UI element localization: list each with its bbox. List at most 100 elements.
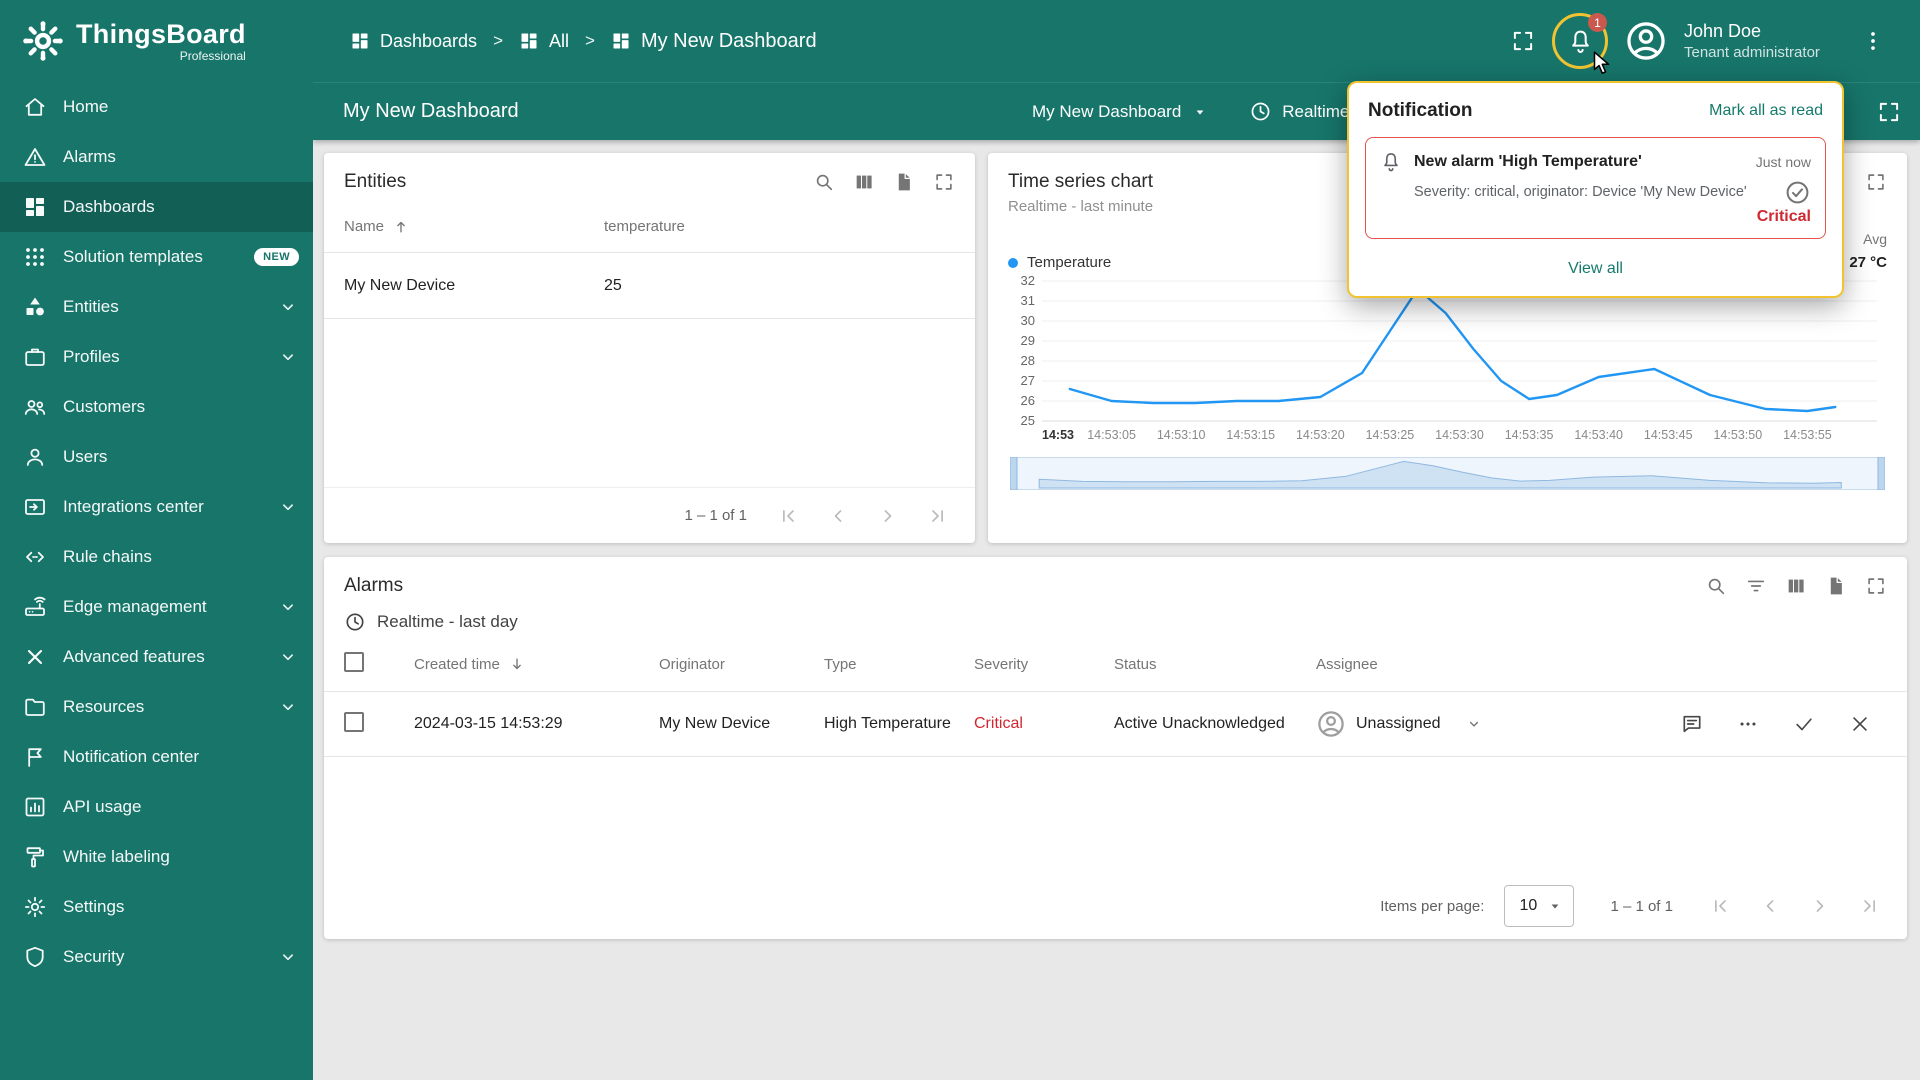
- table-row[interactable]: 2024-03-15 14:53:29 My New Device High T…: [324, 691, 1907, 757]
- dashboard-state-select[interactable]: My New Dashboard: [1032, 102, 1209, 122]
- alarm-status: Active Unacknowledged: [1114, 715, 1285, 732]
- dashboards-icon: [23, 195, 47, 219]
- notification-item[interactable]: New alarm 'High Temperature' Just now Se…: [1365, 137, 1826, 239]
- columns-icon[interactable]: [1785, 575, 1807, 597]
- chart-preview-scrollbar[interactable]: [1010, 457, 1885, 490]
- sidebar-item-settings[interactable]: Settings: [0, 882, 313, 932]
- column-header-temperature[interactable]: temperature: [604, 218, 955, 235]
- fullscreen-icon[interactable]: [1865, 171, 1887, 193]
- alarm-more-actions-icon[interactable]: [1737, 713, 1759, 735]
- sidebar-item-label: Edge management: [63, 597, 207, 616]
- alarms-widget: Alarms Realtime - last day Created time …: [324, 557, 1907, 939]
- sidebar-item-users[interactable]: Users: [0, 432, 313, 482]
- bell-icon: [1380, 151, 1402, 173]
- search-icon[interactable]: [1705, 575, 1727, 597]
- avatar-icon[interactable]: [1624, 19, 1668, 63]
- row-checkbox[interactable]: [344, 711, 364, 732]
- entities-icon: [23, 295, 47, 319]
- sidebar-menu: Home Alarms Dashboards Solution templates NE…: [0, 82, 313, 982]
- chevron-down-icon: [1191, 103, 1209, 121]
- popup-title: Notification: [1368, 100, 1473, 121]
- sidebar-item-profiles[interactable]: Profiles: [0, 332, 313, 382]
- search-icon[interactable]: [813, 171, 835, 193]
- alarm-comment-icon[interactable]: [1681, 713, 1703, 735]
- alarm-clear-icon[interactable]: [1849, 713, 1871, 735]
- sidebar-item-label: Rule chains: [63, 547, 152, 566]
- column-header-status[interactable]: Status: [1114, 656, 1316, 673]
- sidebar-item-advanced-features[interactable]: Advanced features: [0, 632, 313, 682]
- sidebar-item-notification-center[interactable]: Notification center: [0, 732, 313, 782]
- fullscreen-icon[interactable]: [1865, 575, 1887, 597]
- sidebar-item-dashboards[interactable]: Dashboards: [0, 182, 313, 232]
- next-page-icon[interactable]: [1809, 895, 1831, 917]
- clock-icon: [1249, 100, 1272, 123]
- sidebar-item-integrations-center[interactable]: Integrations center: [0, 482, 313, 532]
- sidebar-item-security[interactable]: Security: [0, 932, 313, 982]
- export-icon[interactable]: [893, 171, 915, 193]
- dashboard-fullscreen-icon[interactable]: [1876, 99, 1902, 125]
- sidebar-item-entities[interactable]: Entities: [0, 282, 313, 332]
- breadcrumb-current-dashboard[interactable]: My New Dashboard: [611, 30, 817, 53]
- alarm-originator: My New Device: [659, 715, 771, 732]
- notifications-button[interactable]: 1: [1552, 13, 1608, 69]
- sidebar-item-alarms[interactable]: Alarms: [0, 132, 313, 182]
- column-header-type[interactable]: Type: [824, 656, 974, 673]
- mark-read-icon[interactable]: [1784, 179, 1811, 206]
- column-header-name[interactable]: Name: [344, 218, 604, 236]
- assignee-select[interactable]: Unassigned: [1316, 709, 1556, 739]
- alarms-timewindow-button[interactable]: Realtime - last day: [324, 597, 1907, 633]
- assignee-label: Unassigned: [1356, 715, 1441, 732]
- sidebar-item-rule-chains[interactable]: Rule chains: [0, 532, 313, 582]
- export-icon[interactable]: [1825, 575, 1847, 597]
- chevron-down-icon: [277, 596, 299, 618]
- svg-text:28: 28: [1021, 353, 1035, 368]
- columns-icon[interactable]: [853, 171, 875, 193]
- sidebar-item-resources[interactable]: Resources: [0, 682, 313, 732]
- fullscreen-icon[interactable]: [933, 171, 955, 193]
- next-page-icon[interactable]: [877, 505, 899, 527]
- table-row[interactable]: My New Device 25: [324, 253, 975, 319]
- last-page-icon[interactable]: [1859, 895, 1881, 917]
- column-header-assignee[interactable]: Assignee: [1316, 656, 1556, 673]
- mark-all-read-button[interactable]: Mark all as read: [1709, 102, 1823, 120]
- previous-page-icon[interactable]: [1759, 895, 1781, 917]
- sidebar-item-solution-templates[interactable]: Solution templates NEW: [0, 232, 313, 282]
- sidebar-item-edge-management[interactable]: Edge management: [0, 582, 313, 632]
- legend-item-temperature[interactable]: Temperature: [1008, 254, 1111, 271]
- widget-title: Entities: [344, 171, 407, 192]
- entities-pagination: 1 – 1 of 1: [324, 487, 975, 543]
- sidebar-item-white-labeling[interactable]: White labeling: [0, 832, 313, 882]
- first-page-icon[interactable]: [1709, 895, 1731, 917]
- thingsboard-logo[interactable]: ThingsBoard Professional: [0, 0, 313, 82]
- svg-text:14:53:25: 14:53:25: [1366, 428, 1415, 442]
- more-menu-icon[interactable]: [1860, 28, 1886, 54]
- select-all-checkbox[interactable]: [344, 652, 364, 672]
- view-all-button[interactable]: View all: [1568, 260, 1623, 278]
- alarm-acknowledge-icon[interactable]: [1793, 713, 1815, 735]
- column-header-severity[interactable]: Severity: [974, 656, 1114, 673]
- breadcrumb-dashboards[interactable]: Dashboards: [350, 31, 477, 52]
- column-header-created-time[interactable]: Created time: [414, 655, 659, 673]
- sidebar-item-home[interactable]: Home: [0, 82, 313, 132]
- first-page-icon[interactable]: [777, 505, 799, 527]
- alarm-severity: Critical: [974, 715, 1023, 732]
- alarms-icon: [23, 145, 47, 169]
- svg-text:14:53:45: 14:53:45: [1644, 428, 1693, 442]
- dashboards-icon: [519, 31, 539, 51]
- filter-icon[interactable]: [1745, 575, 1767, 597]
- user-info[interactable]: John Doe Tenant administrator: [1684, 20, 1844, 63]
- breadcrumb: Dashboards > All > My New Dashboard: [350, 30, 817, 53]
- breadcrumb-all[interactable]: All: [519, 31, 569, 52]
- sidebar-item-customers[interactable]: Customers: [0, 382, 313, 432]
- fullscreen-icon[interactable]: [1510, 28, 1536, 54]
- widget-timewindow-subtitle: Realtime - last minute: [1008, 198, 1154, 215]
- sidebar-item-api-usage[interactable]: API usage: [0, 782, 313, 832]
- edge-management-icon: [23, 595, 47, 619]
- previous-page-icon[interactable]: [827, 505, 849, 527]
- breadcrumb-label: My New Dashboard: [640, 29, 817, 52]
- svg-text:14:53:40: 14:53:40: [1574, 428, 1623, 442]
- column-header-originator[interactable]: Originator: [659, 656, 824, 673]
- last-page-icon[interactable]: [927, 505, 949, 527]
- legend-label: Temperature: [1027, 254, 1112, 271]
- items-per-page-select[interactable]: 10: [1504, 885, 1575, 927]
